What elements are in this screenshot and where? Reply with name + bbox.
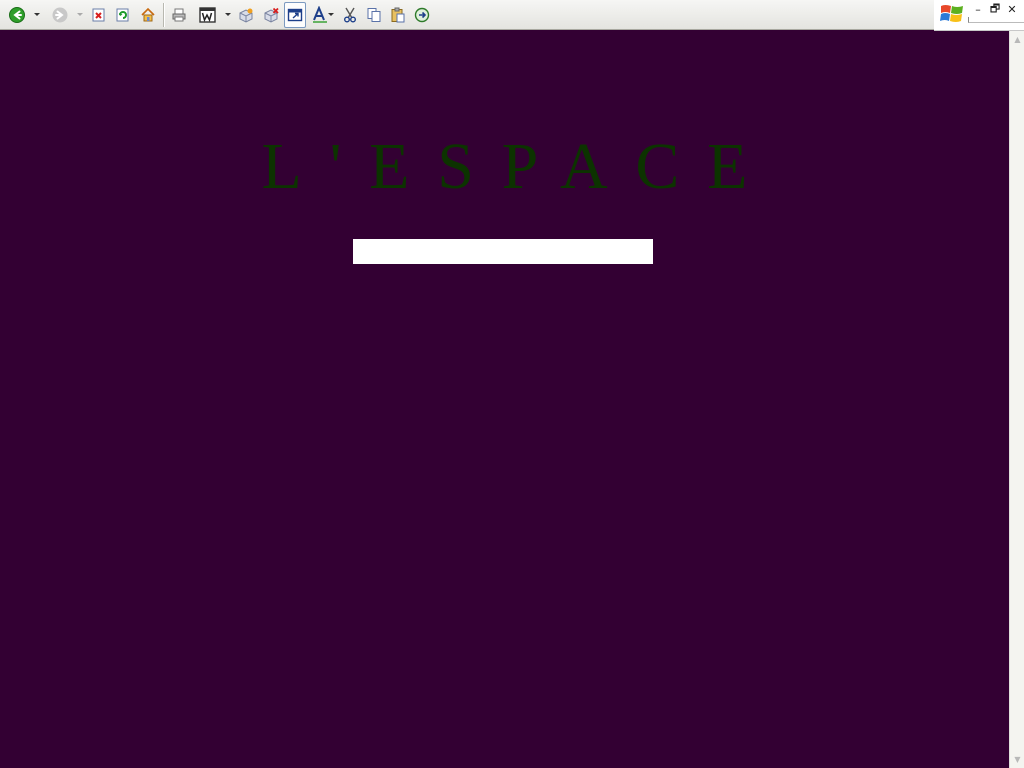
copy-icon: [366, 7, 382, 23]
scroll-down-button[interactable]: ▼: [1010, 752, 1024, 767]
refresh-button[interactable]: [113, 5, 133, 25]
back-dropdown-arrow[interactable]: [34, 13, 40, 16]
printer-icon: [171, 7, 187, 23]
windows-logo-icon: [940, 3, 964, 25]
paste-icon: [390, 7, 406, 23]
progress-track: [968, 17, 1024, 23]
minimize-button[interactable]: –: [971, 2, 985, 16]
page-content: L'ESPACE: [0, 31, 1009, 768]
restore-button[interactable]: 🗗: [988, 2, 1002, 16]
stop-button[interactable]: [89, 5, 109, 25]
chevron-down-icon: ▼: [1014, 755, 1021, 764]
forward-dropdown-arrow[interactable]: [77, 13, 83, 16]
window-controls: – 🗗 ✕: [934, 0, 1024, 31]
remove-item-button[interactable]: [261, 5, 281, 25]
forward-arrow-icon: [52, 7, 68, 23]
edit-word-button[interactable]: [198, 5, 218, 25]
scroll-up-button[interactable]: ▲: [1010, 32, 1024, 47]
scissors-icon: [343, 7, 357, 23]
browser-toolbar: [0, 0, 934, 30]
word-dropdown-arrow[interactable]: [225, 13, 231, 16]
go-icon: [414, 7, 430, 23]
cut-button[interactable]: [340, 5, 360, 25]
box-remove-icon: [263, 7, 279, 23]
back-button[interactable]: [7, 5, 27, 25]
entry-field[interactable]: [353, 239, 653, 264]
word-icon: [199, 7, 217, 23]
window-icon: [287, 7, 303, 23]
toolbar-separator: [163, 3, 165, 27]
font-size-dropdown-arrow[interactable]: [328, 13, 334, 16]
refresh-icon: [116, 8, 130, 22]
copy-button[interactable]: [364, 5, 384, 25]
chevron-up-icon: ▲: [1014, 35, 1021, 44]
back-arrow-icon: [9, 7, 25, 23]
vertical-scrollbar[interactable]: ▲ ▼: [1009, 31, 1024, 768]
home-button[interactable]: [138, 5, 158, 25]
box-add-icon: [238, 7, 254, 23]
home-icon: [140, 7, 156, 23]
print-button[interactable]: [169, 5, 189, 25]
add-item-button[interactable]: [236, 5, 256, 25]
forward-button[interactable]: [50, 5, 70, 25]
fullscreen-button[interactable]: [285, 5, 305, 25]
site-title: L'ESPACE: [261, 130, 776, 203]
go-button[interactable]: [412, 5, 432, 25]
font-size-icon: [311, 6, 329, 24]
stop-icon: [92, 8, 106, 22]
font-size-button[interactable]: [310, 5, 330, 25]
close-button[interactable]: ✕: [1005, 2, 1019, 16]
paste-button[interactable]: [388, 5, 408, 25]
